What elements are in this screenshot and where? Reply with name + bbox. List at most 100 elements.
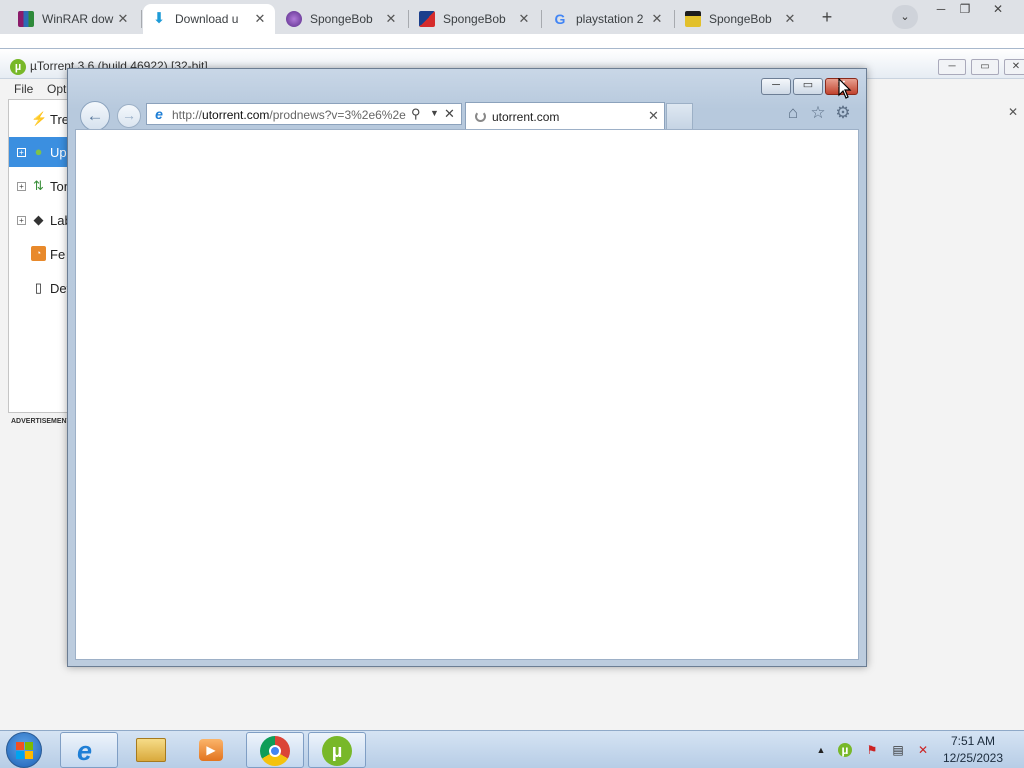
close-icon[interactable]: ✕	[1008, 105, 1018, 119]
address-bar[interactable]: e http://utorrent.com/prodnews?v=3%2e6%2…	[146, 103, 462, 125]
ie-tab-title: utorrent.com	[492, 110, 560, 124]
ie-minimize-button[interactable]: ─	[761, 78, 791, 95]
loading-spinner-icon	[475, 111, 486, 122]
sidebar-item-torrents[interactable]: + ⇅ Tor	[9, 171, 71, 201]
expand-icon[interactable]: +	[17, 148, 26, 157]
chrome-tab-title: SpongeBob	[310, 12, 373, 26]
search-icon[interactable]: ⚲	[411, 106, 421, 122]
taskbar-utorrent[interactable]: µ	[308, 732, 366, 768]
utorrent-sidebar: ⚡ Tre + ● Up + ⇅ Tor + ◆ Lab ◔ Fe ▯ Dev	[8, 99, 73, 413]
menu-file[interactable]: File	[14, 82, 33, 96]
chrome-tab-spongebob-3[interactable]: SpongeBob ✕	[677, 4, 805, 34]
sidebar-item-label: Fe	[50, 247, 66, 262]
file-explorer-icon	[136, 738, 166, 762]
taskbar-media-player[interactable]: ▶	[183, 732, 241, 768]
spongebob-bag-icon	[685, 11, 701, 27]
forward-button[interactable]: →	[117, 104, 141, 128]
google-icon: G	[554, 11, 566, 27]
chrome-toolbar	[0, 34, 1024, 48]
dropdown-arrow-icon[interactable]: ▼	[430, 108, 439, 118]
url-prefix: http://	[172, 108, 203, 122]
chrome-tab-spongebob-2[interactable]: SpongeBob ✕	[411, 4, 539, 34]
ie-tab-utorrent[interactable]: utorrent.com ✕	[465, 102, 665, 129]
taskbar-file-explorer[interactable]	[122, 732, 180, 768]
sidebar-item-devices[interactable]: ▯ Dev	[9, 273, 73, 303]
new-tab-button[interactable]: +	[815, 5, 839, 29]
chrome-minimize-button[interactable]: ─	[928, 1, 954, 19]
advertisement-label: ADVERTISEMENT	[11, 418, 71, 425]
tag-icon: ◆	[33, 212, 44, 227]
utorrent-close-button[interactable]: ✕	[1004, 59, 1024, 75]
chrome-tab-spongebob-1[interactable]: SpongeBob ✕	[278, 4, 406, 34]
utorrent-tray-icon[interactable]: µ	[838, 743, 852, 757]
chrome-tab-download-utorrent[interactable]: ⬇ Download u ✕	[143, 4, 275, 34]
windows-logo-icon	[16, 742, 33, 759]
tab-divider	[541, 10, 542, 28]
sidebar-item-labels[interactable]: + ◆ Lab	[9, 205, 72, 235]
mouse-cursor-icon	[838, 78, 852, 99]
favorites-star-icon[interactable]: ☆	[809, 104, 827, 122]
close-icon[interactable]: ✕	[783, 11, 797, 27]
network-icon[interactable]: ▤	[891, 743, 905, 757]
utorrent-minimize-button[interactable]: ─	[938, 59, 966, 75]
chrome-tab-playstation[interactable]: G playstation 2 ✕	[544, 4, 672, 34]
close-icon[interactable]: ✕	[650, 11, 664, 27]
close-icon[interactable]: ✕	[384, 11, 398, 27]
close-icon[interactable]: ✕	[253, 11, 267, 27]
expand-icon[interactable]: +	[17, 216, 26, 225]
action-center-icon[interactable]: ⚑	[865, 743, 879, 757]
taskbar-chrome[interactable]	[246, 732, 304, 768]
clock-date[interactable]: 12/25/2023	[940, 751, 1006, 765]
internet-explorer-icon: e	[77, 736, 93, 766]
tab-search-button[interactable]: ⌄	[892, 5, 918, 29]
taskbar-internet-explorer[interactable]: e	[60, 732, 118, 768]
ie-page-icon: e	[155, 106, 163, 122]
back-button[interactable]: ←	[80, 101, 110, 131]
taskbar: e ▶ µ ▲ µ ⚑ ▤ ✕ 7:51 AM 12/25/2023	[0, 730, 1024, 768]
utorrent-maximize-button[interactable]: ▭	[971, 59, 999, 75]
ie-new-tab-button[interactable]	[666, 103, 693, 129]
chrome-tab-title: playstation 2	[576, 12, 644, 26]
download-arrow-icon: ⬇	[152, 10, 166, 27]
show-hidden-icons-icon[interactable]: ▲	[814, 743, 828, 757]
chrome-restore-button[interactable]: ❐	[952, 1, 978, 19]
chrome-tab-strip: WinRAR dow ✕ ⬇ Download u ✕ SpongeBob ✕ …	[0, 0, 1024, 34]
back-arrow-icon: ←	[86, 106, 104, 125]
ie-window: ─ ▭ ✕ ← → e http://utorrent.com/prodnews…	[67, 68, 867, 667]
utorrent-logo-icon: µ	[10, 59, 26, 75]
menu-options[interactable]: Opti	[47, 82, 69, 96]
ie-page-content[interactable]	[75, 129, 859, 660]
expand-icon[interactable]: +	[17, 182, 26, 191]
globe-icon: ●	[34, 144, 43, 159]
volume-muted-icon[interactable]: ✕	[916, 743, 930, 757]
chrome-tab-title: SpongeBob	[709, 12, 772, 26]
clock-time[interactable]: 7:51 AM	[945, 734, 1001, 748]
chrome-tab-title: SpongeBob	[443, 12, 506, 26]
bolt-icon: ⚡	[31, 111, 48, 126]
sidebar-item-trending[interactable]: ⚡ Tre	[9, 104, 71, 134]
close-icon[interactable]: ✕	[648, 108, 659, 124]
start-button[interactable]	[6, 732, 42, 768]
home-icon[interactable]: ⌂	[784, 104, 802, 122]
stop-icon[interactable]: ✕	[444, 106, 455, 122]
winrar-icon	[18, 11, 34, 27]
tab-divider	[674, 10, 675, 28]
chrome-icon	[260, 736, 290, 766]
utorrent-icon: µ	[322, 736, 352, 766]
sidebar-item-label: Tor	[50, 179, 69, 194]
chrome-tab-winrar[interactable]: WinRAR dow ✕	[10, 4, 138, 34]
sidebar-item-label: Up	[50, 145, 67, 160]
close-icon[interactable]: ✕	[517, 11, 531, 27]
close-icon[interactable]: ✕	[116, 11, 130, 27]
media-player-icon: ▶	[199, 739, 223, 761]
device-icon: ▯	[34, 280, 43, 295]
chrome-close-button[interactable]: ✕	[985, 1, 1011, 19]
sidebar-item-upgrade[interactable]: + ● Up	[9, 137, 71, 167]
gear-icon[interactable]: ⚙	[834, 104, 852, 122]
chrome-tab-title: WinRAR dow	[42, 12, 114, 26]
address-url[interactable]: http://utorrent.com/prodnews?v=3%2e6%2e	[172, 108, 408, 123]
spongebob-game-icon	[286, 11, 302, 27]
sidebar-item-feeds[interactable]: ◔ Fe	[9, 239, 71, 269]
ie-maximize-button[interactable]: ▭	[793, 78, 823, 95]
spongebob-tv-icon	[419, 11, 435, 27]
